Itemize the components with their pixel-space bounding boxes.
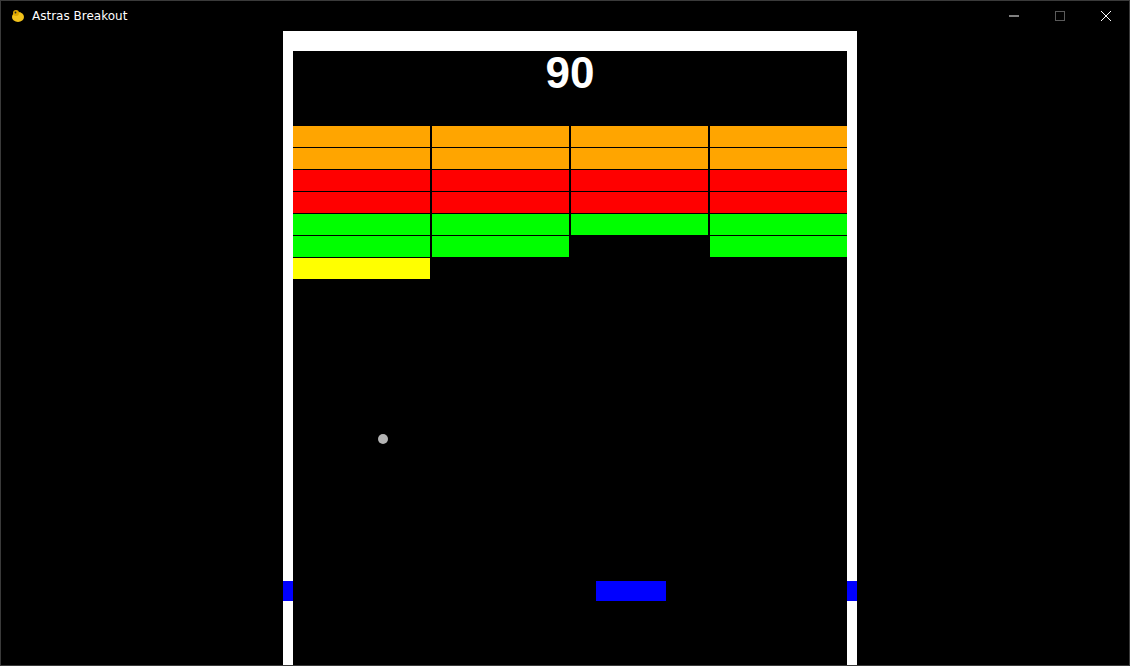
brick [710, 236, 847, 257]
arena: 90 [293, 51, 847, 665]
brick [571, 170, 708, 191]
brick [571, 236, 708, 257]
paddle-marker [847, 581, 857, 601]
brick [571, 258, 708, 279]
minimize-icon [1009, 11, 1019, 21]
paddle[interactable] [596, 581, 666, 601]
maximize-icon [1055, 11, 1065, 21]
brick [571, 214, 708, 235]
brick [293, 170, 430, 191]
brick [432, 214, 569, 235]
brick [710, 214, 847, 235]
left-wall [283, 51, 293, 665]
brick [710, 192, 847, 213]
play-field: 90 [283, 31, 857, 665]
brick [432, 148, 569, 169]
ball [378, 434, 388, 444]
brick [293, 236, 430, 257]
close-icon [1101, 11, 1111, 21]
close-button[interactable] [1083, 1, 1129, 30]
title-bar: Astras Breakout [1, 1, 1129, 30]
minimize-button[interactable] [991, 1, 1037, 30]
right-wall [847, 51, 857, 665]
brick [710, 148, 847, 169]
brick [432, 258, 569, 279]
paddle-marker [283, 581, 293, 601]
brick-grid [293, 126, 847, 279]
brick [710, 170, 847, 191]
brick [710, 126, 847, 147]
brick [293, 192, 430, 213]
brick [432, 170, 569, 191]
top-wall [283, 31, 857, 51]
brick [293, 126, 430, 147]
brick [432, 236, 569, 257]
brick [432, 126, 569, 147]
brick [293, 258, 430, 279]
score: 90 [293, 51, 847, 126]
brick [293, 148, 430, 169]
window-title: Astras Breakout [32, 9, 127, 23]
brick [293, 214, 430, 235]
game-window: Astras Breakout 90 [0, 0, 1130, 666]
pygame-icon [10, 8, 26, 24]
brick [571, 126, 708, 147]
brick [571, 192, 708, 213]
brick [432, 192, 569, 213]
brick [710, 258, 847, 279]
brick [571, 148, 708, 169]
maximize-button [1037, 1, 1083, 30]
